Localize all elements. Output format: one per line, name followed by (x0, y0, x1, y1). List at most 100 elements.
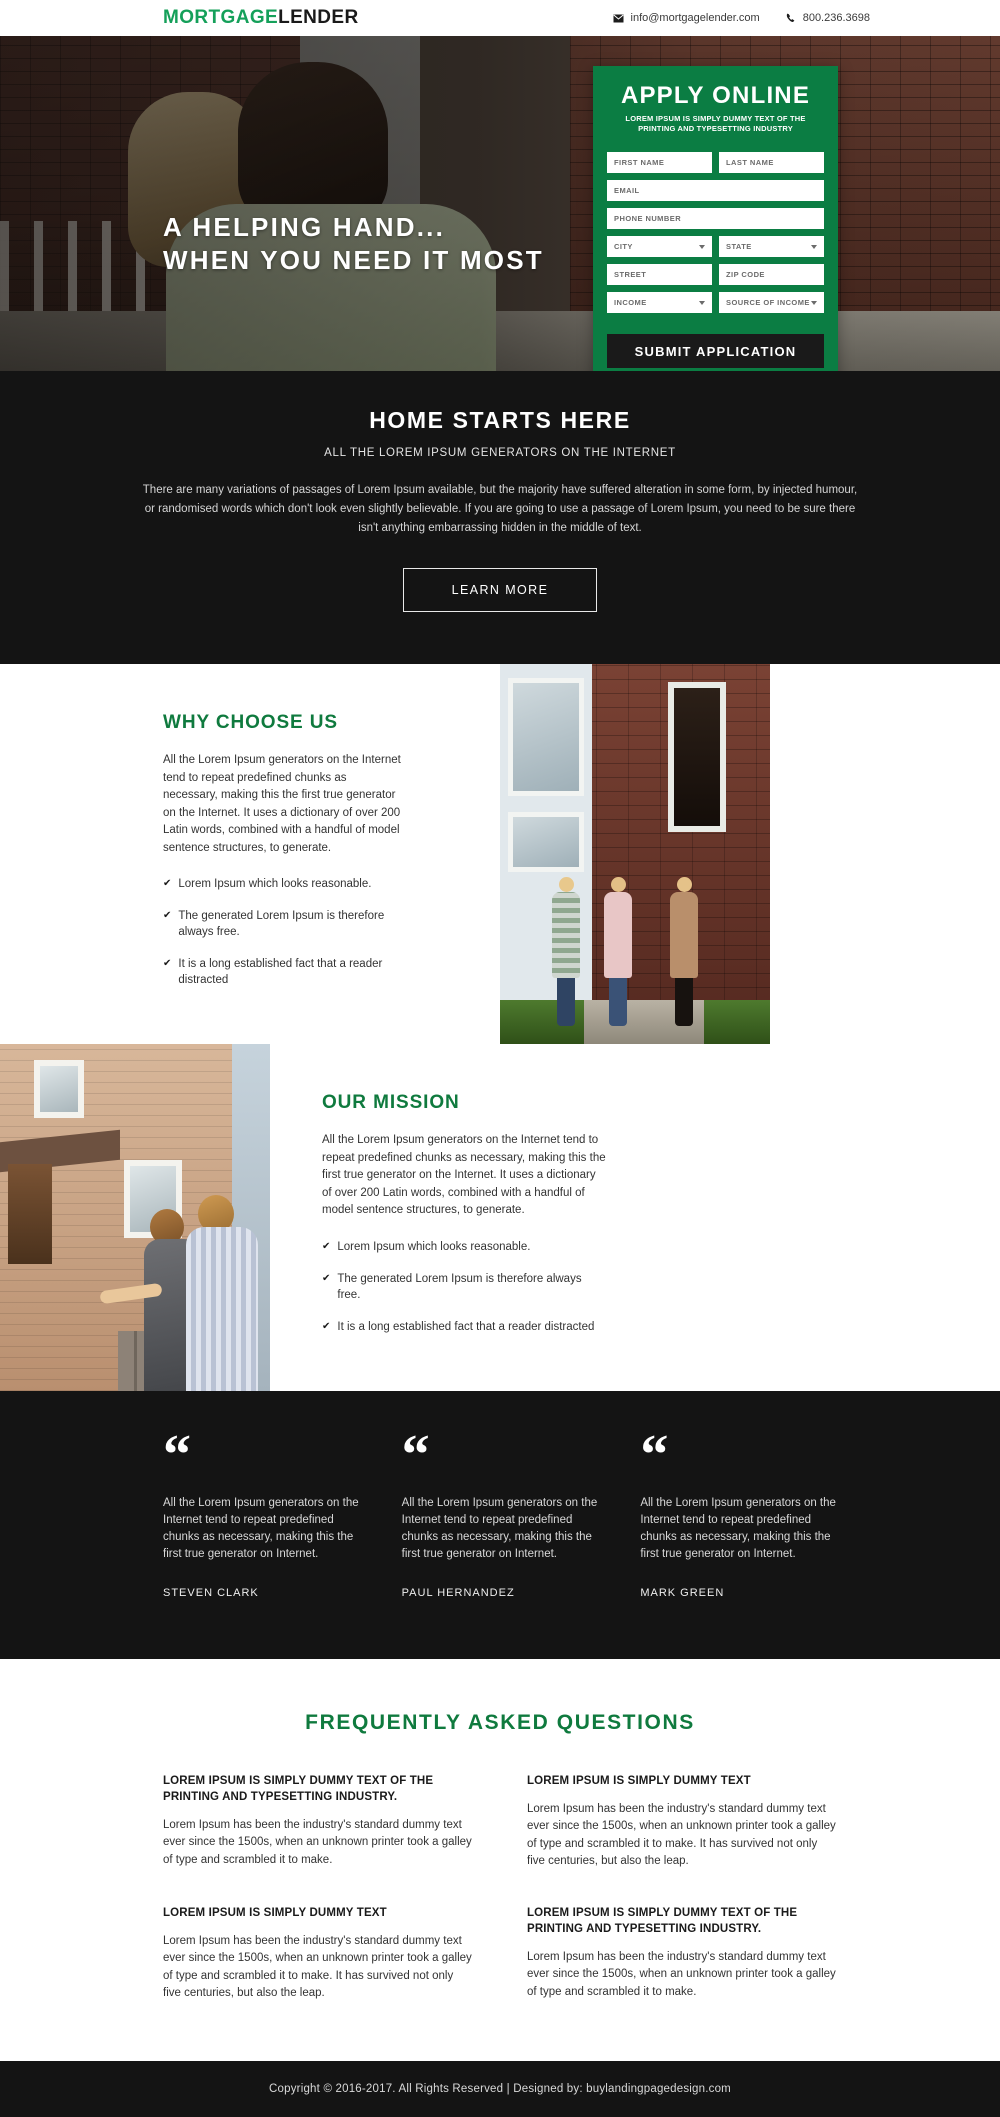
header-email-text: info@mortgagelender.com (630, 12, 760, 24)
form-row: EMAIL (607, 180, 824, 201)
zip-code-input[interactable]: ZIP CODE (719, 264, 824, 285)
house-window (508, 678, 584, 796)
check-icon: ✔ (322, 1272, 331, 1284)
phone-number-input[interactable]: PHONE NUMBER (607, 208, 824, 229)
faq-question: LOREM IPSUM IS SIMPLY DUMMY TEXT (163, 1906, 387, 1919)
first-name-input[interactable]: FIRST NAME (607, 152, 712, 173)
family-receiving-keys-photo (500, 664, 770, 1044)
couple-figure (99, 1191, 264, 1391)
site-footer: Copyright © 2016-2017. All Rights Reserv… (0, 2060, 1000, 2117)
man-body (186, 1226, 258, 1391)
person-figure (604, 877, 632, 1026)
faq-item: LOREM IPSUM IS SIMPLY DUMMY TEXT OF THE … (527, 1905, 837, 2003)
form-row: INCOME SOURCE OF INCOME (607, 292, 824, 313)
hero-headline-line-2: WHEN YOU NEED IT MOST (163, 245, 544, 275)
faq-question: LOREM IPSUM IS SIMPLY DUMMY TEXT (527, 1774, 751, 1787)
logo-secondary-text: LENDER (278, 7, 359, 28)
why-choose-us-bullets: ✔ Lorem Ipsum which looks reasonable. ✔ Th… (163, 876, 404, 988)
faq-grid: LOREM IPSUM IS SIMPLY DUMMY TEXT OF THE … (163, 1773, 837, 2003)
apply-form-subtitle-line-1: LOREM IPSUM IS SIMPLY DUMMY TEXT OF THE (625, 114, 806, 123)
hero-headline: A HELPING HAND... WHEN YOU NEED IT MOST (163, 211, 544, 277)
testimonial-author: PAUL HERNANDEZ (401, 1586, 515, 1599)
house-door (8, 1164, 52, 1264)
source-of-income-select[interactable]: SOURCE OF INCOME (719, 292, 824, 313)
header-contact-group: info@mortgagelender.com 800.236.3698 (612, 12, 870, 24)
couple-pointing-at-house-photo (0, 1044, 270, 1391)
income-select[interactable]: INCOME (607, 292, 712, 313)
why-choose-us-title: WHY CHOOSE US (163, 712, 338, 733)
check-icon: ✔ (322, 1320, 331, 1332)
testimonial-text: All the Lorem Ipsum generators on the In… (163, 1496, 359, 1560)
testimonial-text: All the Lorem Ipsum generators on the In… (401, 1496, 598, 1560)
header-email[interactable]: info@mortgagelender.com (612, 12, 760, 24)
our-mission-bullets: ✔ Lorem Ipsum which looks reasonable. ✔ Th… (322, 1239, 607, 1335)
form-row: PHONE NUMBER (607, 208, 824, 229)
faq-answer: Lorem Ipsum has been the industry's stan… (163, 1934, 472, 2000)
list-item: ✔ It is a long established fact that a re… (322, 1319, 607, 1335)
faq-item: LOREM IPSUM IS SIMPLY DUMMY TEXT OF THE … (163, 1773, 473, 1871)
check-icon: ✔ (322, 1240, 331, 1252)
quote-icon: “ (163, 1423, 191, 1486)
hero-section: A HELPING HAND... WHEN YOU NEED IT MOST … (0, 36, 1000, 371)
apply-form-fields: FIRST NAME LAST NAME EMAIL PHONE NUMBER … (607, 152, 824, 368)
why-choose-us-section: WHY CHOOSE US All the Lorem Ipsum genera… (0, 664, 1000, 1044)
testimonial-card: “ All the Lorem Ipsum generators on the … (401, 1423, 599, 1599)
state-select[interactable]: STATE (719, 236, 824, 257)
apply-form-subtitle: LOREM IPSUM IS SIMPLY DUMMY TEXT OF THE … (607, 114, 824, 134)
list-item: ✔ The generated Lorem Ipsum is therefore … (163, 908, 404, 940)
faq-question: LOREM IPSUM IS SIMPLY DUMMY TEXT OF THE … (527, 1906, 798, 1935)
header-phone-text: 800.236.3698 (802, 12, 870, 24)
apply-form-subtitle-line-2: PRINTING AND TYPESETTING INDUSTRY (638, 124, 793, 133)
bullet-text: The generated Lorem Ipsum is therefore a… (178, 910, 385, 938)
city-select[interactable]: CITY (607, 236, 712, 257)
quote-icon: “ (640, 1423, 669, 1486)
testimonial-author: STEVEN CLARK (163, 1586, 259, 1599)
email-input[interactable]: EMAIL (607, 180, 824, 201)
learn-more-button[interactable]: LEARN MORE (402, 568, 598, 612)
home-starts-here-section: HOME STARTS HERE ALL THE LOREM IPSUM GEN… (0, 371, 1000, 664)
faq-answer: Lorem Ipsum has been the industry's stan… (527, 1950, 836, 1998)
last-name-input[interactable]: LAST NAME (719, 152, 824, 173)
check-icon: ✔ (163, 878, 172, 889)
apply-form-title: APPLY ONLINE (620, 82, 811, 109)
intro-subtitle: ALL THE LOREM IPSUM GENERATORS ON THE IN… (324, 447, 676, 459)
house-door (668, 682, 726, 832)
house-window (34, 1060, 84, 1118)
list-item: ✔ Lorem Ipsum which looks reasonable. (322, 1239, 607, 1255)
house-window (508, 812, 584, 872)
faq-title: FREQUENTLY ASKED QUESTIONS (305, 1710, 695, 1734)
quote-icon: “ (401, 1423, 430, 1486)
site-header: MORTGAGELENDER info@mortgagelender.com 8… (0, 0, 1000, 36)
testimonial-text: All the Lorem Ipsum generators on the In… (640, 1496, 836, 1560)
faq-answer: Lorem Ipsum has been the industry's stan… (527, 1802, 836, 1868)
testimonial-author: MARK GREEN (640, 1586, 725, 1599)
hero-overlay (0, 36, 1000, 371)
header-phone[interactable]: 800.236.3698 (786, 12, 870, 24)
our-mission-section: OUR MISSION All the Lorem Ipsum generato… (0, 1044, 1000, 1391)
bullet-text: Lorem Ipsum which looks reasonable. (178, 878, 372, 890)
list-item: ✔ Lorem Ipsum which looks reasonable. (163, 876, 404, 892)
submit-application-button[interactable]: SUBMIT APPLICATION (607, 334, 824, 368)
bullet-text: It is a long established fact that a rea… (178, 958, 383, 986)
faq-section: FREQUENTLY ASKED QUESTIONS LOREM IPSUM I… (0, 1658, 1000, 2061)
faq-item: LOREM IPSUM IS SIMPLY DUMMY TEXT Lorem I… (527, 1773, 837, 1871)
faq-question: LOREM IPSUM IS SIMPLY DUMMY TEXT OF THE … (163, 1774, 434, 1803)
person-figure (670, 877, 698, 1026)
apply-online-form: APPLY ONLINE LOREM IPSUM IS SIMPLY DUMMY… (593, 66, 838, 371)
form-row: FIRST NAME LAST NAME (607, 152, 824, 173)
faq-answer: Lorem Ipsum has been the industry's stan… (163, 1818, 472, 1866)
testimonial-card: “ All the Lorem Ipsum generators on the … (163, 1423, 360, 1599)
site-logo[interactable]: MORTGAGELENDER (163, 7, 359, 29)
why-choose-us-text: WHY CHOOSE US All the Lorem Ipsum genera… (0, 664, 500, 1044)
our-mission-title: OUR MISSION (322, 1092, 460, 1113)
our-mission-text: OUR MISSION All the Lorem Ipsum generato… (270, 1044, 770, 1391)
bullet-text: It is a long established fact that a rea… (337, 1320, 595, 1333)
street-input[interactable]: STREET (607, 264, 712, 285)
person-figure (552, 877, 580, 1026)
hero-headline-line-1: A HELPING HAND... (163, 212, 446, 242)
form-row: STREET ZIP CODE (607, 264, 824, 285)
landing-page: MORTGAGELENDER info@mortgagelender.com 8… (0, 0, 1000, 2117)
check-icon: ✔ (163, 910, 172, 921)
form-row: CITY STATE (607, 236, 824, 257)
testimonials-section: “ All the Lorem Ipsum generators on the … (0, 1390, 1000, 1659)
